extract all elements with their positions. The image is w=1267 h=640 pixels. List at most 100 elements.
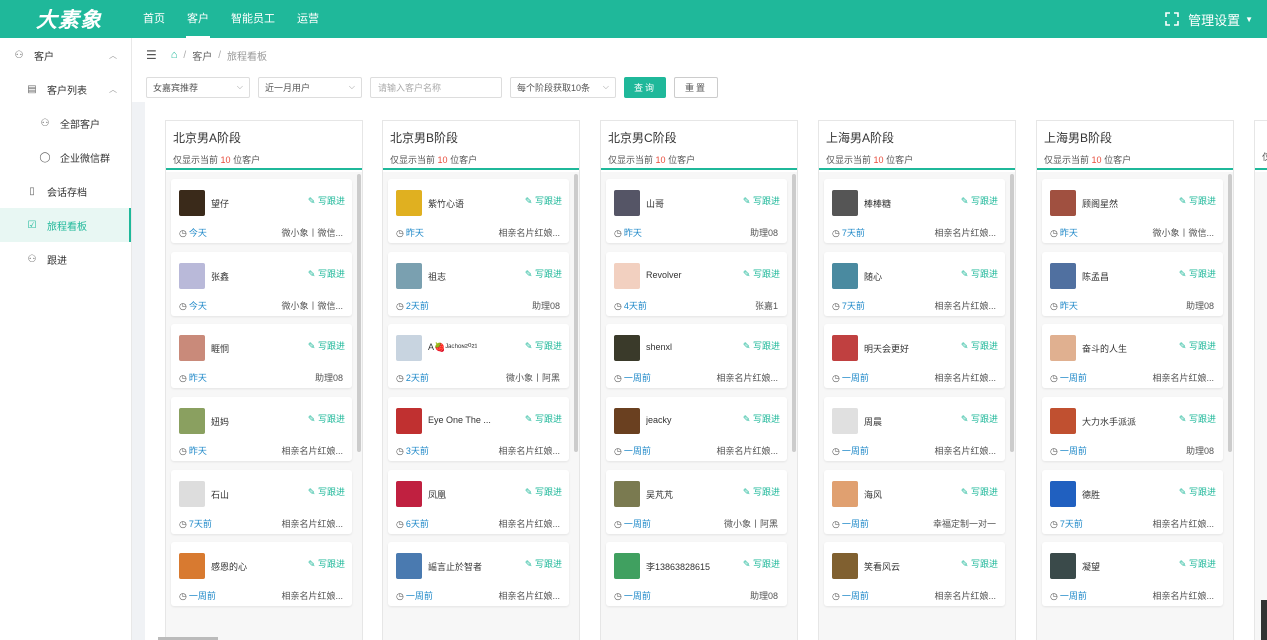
write-follow-up-link[interactable]: ✎ 写跟进 xyxy=(525,412,562,425)
customer-name[interactable]: 山哥 xyxy=(646,197,664,210)
avatar[interactable] xyxy=(614,190,640,216)
avatar[interactable] xyxy=(179,190,205,216)
sidebar-item-session-archive[interactable]: ▯ 会话存档 xyxy=(0,174,131,208)
customer-card[interactable]: 凤凰 ✎ 写跟进 ◷ 6天前 相亲名片红娘... xyxy=(388,470,569,534)
avatar[interactable] xyxy=(832,335,858,361)
customer-card[interactable]: A🍓ᴶᵃᶜʰᵒᶰ²⁰²¹ ✎ 写跟进 ◷ 2天前 微小象丨阿黑 xyxy=(388,324,569,388)
topnav-home[interactable]: 首页 xyxy=(132,0,176,38)
avatar[interactable] xyxy=(396,553,422,579)
admin-settings-label[interactable]: 管理设置 xyxy=(1188,10,1240,29)
avatar[interactable] xyxy=(179,553,205,579)
customer-card[interactable]: 紫竹心语 ✎ 写跟进 ◷ 昨天 相亲名片红娘... xyxy=(388,179,569,243)
write-follow-up-link[interactable]: ✎ 写跟进 xyxy=(743,557,780,570)
breadcrumb-section[interactable]: 客户 xyxy=(192,48,212,63)
write-follow-up-link[interactable]: ✎ 写跟进 xyxy=(308,267,345,280)
customer-card[interactable]: 德胜 ✎ 写跟进 ◷ 7天前 相亲名片红娘... xyxy=(1042,470,1223,534)
customer-name[interactable]: 紫竹心语 xyxy=(428,197,464,210)
avatar[interactable] xyxy=(614,335,640,361)
customer-name[interactable]: 凝望 xyxy=(1082,560,1100,573)
user-period-select[interactable]: 近一月用户 ⌵ xyxy=(258,76,362,98)
customer-name[interactable]: 陈孟昌 xyxy=(1082,270,1109,283)
write-follow-up-link[interactable]: ✎ 写跟进 xyxy=(961,485,998,498)
scrollbar[interactable] xyxy=(792,174,796,452)
write-follow-up-link[interactable]: ✎ 写跟进 xyxy=(1179,194,1216,207)
write-follow-up-link[interactable]: ✎ 写跟进 xyxy=(961,412,998,425)
customer-name[interactable]: 张鑫 xyxy=(211,270,229,283)
avatar[interactable] xyxy=(1050,190,1076,216)
avatar[interactable] xyxy=(832,408,858,434)
sidebar-item-journey-board[interactable]: ☑ 旅程看板 xyxy=(0,208,131,242)
sidebar-item-customers[interactable]: ⚇ 客户 ︿ xyxy=(0,38,131,72)
avatar[interactable] xyxy=(179,335,205,361)
customer-card[interactable]: 海风 ✎ 写跟进 ◷ 一周前 幸福定制一对一 xyxy=(824,470,1005,534)
customer-card[interactable]: 明天会更好 ✎ 写跟进 ◷ 一周前 相亲名片红娘... xyxy=(824,324,1005,388)
avatar[interactable] xyxy=(179,263,205,289)
avatar[interactable] xyxy=(832,263,858,289)
avatar[interactable] xyxy=(1050,553,1076,579)
recommend-select[interactable]: 女嘉宾推荐 ⌵ xyxy=(146,76,250,98)
customer-name[interactable]: A🍓ᴶᵃᶜʰᵒᶰ²⁰²¹ xyxy=(428,342,477,353)
avatar[interactable] xyxy=(832,553,858,579)
write-follow-up-link[interactable]: ✎ 写跟进 xyxy=(308,557,345,570)
customer-card[interactable]: 棒棒糖 ✎ 写跟进 ◷ 7天前 相亲名片红娘... xyxy=(824,179,1005,243)
sidebar-item-all-customers[interactable]: ⚇ 全部客户 xyxy=(0,106,131,140)
avatar[interactable] xyxy=(832,481,858,507)
customer-name[interactable]: 顾阁星然 xyxy=(1082,197,1118,210)
customer-name[interactable]: shenxl xyxy=(646,342,672,352)
write-follow-up-link[interactable]: ✎ 写跟进 xyxy=(1179,267,1216,280)
customer-card[interactable]: 周晨 ✎ 写跟进 ◷ 一周前 相亲名片红娘... xyxy=(824,397,1005,461)
avatar[interactable] xyxy=(1050,481,1076,507)
write-follow-up-link[interactable]: ✎ 写跟进 xyxy=(308,194,345,207)
write-follow-up-link[interactable]: ✎ 写跟进 xyxy=(743,194,780,207)
customer-search-input[interactable]: 请输入客户名称 xyxy=(370,76,502,98)
customer-card[interactable]: 大力水手派派 ✎ 写跟进 ◷ 一周前 助理08 xyxy=(1042,397,1223,461)
customer-name[interactable]: 石山 xyxy=(211,488,229,501)
customer-name[interactable]: 随心 xyxy=(864,270,882,283)
write-follow-up-link[interactable]: ✎ 写跟进 xyxy=(525,339,562,352)
fullscreen-icon[interactable] xyxy=(1165,12,1179,26)
write-follow-up-link[interactable]: ✎ 写跟进 xyxy=(743,339,780,352)
avatar[interactable] xyxy=(614,553,640,579)
customer-card[interactable]: jeacky ✎ 写跟进 ◷ 一周前 相亲名片红娘... xyxy=(606,397,787,461)
customer-name[interactable]: 奋斗的人生 xyxy=(1082,342,1127,355)
scrollbar[interactable] xyxy=(1010,174,1014,452)
customer-name[interactable]: jeacky xyxy=(646,415,672,425)
customer-name[interactable]: 祖志 xyxy=(428,270,446,283)
write-follow-up-link[interactable]: ✎ 写跟进 xyxy=(308,485,345,498)
avatar[interactable] xyxy=(614,481,640,507)
avatar[interactable] xyxy=(614,263,640,289)
customer-name[interactable]: 凤凰 xyxy=(428,488,446,501)
app-logo[interactable]: 大素象 xyxy=(0,4,132,34)
customer-card[interactable]: 凝望 ✎ 写跟进 ◷ 一周前 相亲名片红娘... xyxy=(1042,542,1223,606)
customer-name[interactable]: 謡言止於智者 xyxy=(428,560,482,573)
topnav-operations[interactable]: 运营 xyxy=(286,0,330,38)
per-stage-select[interactable]: 每个阶段获取10条 ⌵ xyxy=(510,76,616,98)
write-follow-up-link[interactable]: ✎ 写跟进 xyxy=(1179,412,1216,425)
customer-name[interactable]: 李13863828615 xyxy=(646,560,710,573)
customer-card[interactable]: 睚恫 ✎ 写跟进 ◷ 昨天 助理08 xyxy=(171,324,352,388)
customer-card[interactable]: 祖志 ✎ 写跟进 ◷ 2天前 助理08 xyxy=(388,252,569,316)
customer-name[interactable]: 感恩的心 xyxy=(211,560,247,573)
customer-name[interactable]: 望仔 xyxy=(211,197,229,210)
customer-name[interactable]: Revolver xyxy=(646,270,682,280)
avatar[interactable] xyxy=(179,408,205,434)
write-follow-up-link[interactable]: ✎ 写跟进 xyxy=(961,194,998,207)
customer-card[interactable]: 石山 ✎ 写跟进 ◷ 7天前 相亲名片红娘... xyxy=(171,470,352,534)
sidebar-item-customer-list[interactable]: ▤ 客户列表 ︿ xyxy=(0,72,131,106)
scrollbar[interactable] xyxy=(574,174,578,452)
customer-name[interactable]: 大力水手派派 xyxy=(1082,415,1136,428)
write-follow-up-link[interactable]: ✎ 写跟进 xyxy=(525,557,562,570)
write-follow-up-link[interactable]: ✎ 写跟进 xyxy=(1179,557,1216,570)
customer-name[interactable]: 明天会更好 xyxy=(864,342,909,355)
customer-card[interactable]: 望仔 ✎ 写跟进 ◷ 今天 微小象丨微信... xyxy=(171,179,352,243)
write-follow-up-link[interactable]: ✎ 写跟进 xyxy=(525,485,562,498)
write-follow-up-link[interactable]: ✎ 写跟进 xyxy=(961,267,998,280)
avatar[interactable] xyxy=(832,190,858,216)
avatar[interactable] xyxy=(396,408,422,434)
avatar[interactable] xyxy=(396,335,422,361)
avatar[interactable] xyxy=(1050,408,1076,434)
customer-card[interactable]: shenxl ✎ 写跟进 ◷ 一周前 相亲名片红娘... xyxy=(606,324,787,388)
write-follow-up-link[interactable]: ✎ 写跟进 xyxy=(525,267,562,280)
customer-card[interactable]: 山哥 ✎ 写跟进 ◷ 昨天 助理08 xyxy=(606,179,787,243)
customer-card[interactable]: 感恩的心 ✎ 写跟进 ◷ 一周前 相亲名片红娘... xyxy=(171,542,352,606)
